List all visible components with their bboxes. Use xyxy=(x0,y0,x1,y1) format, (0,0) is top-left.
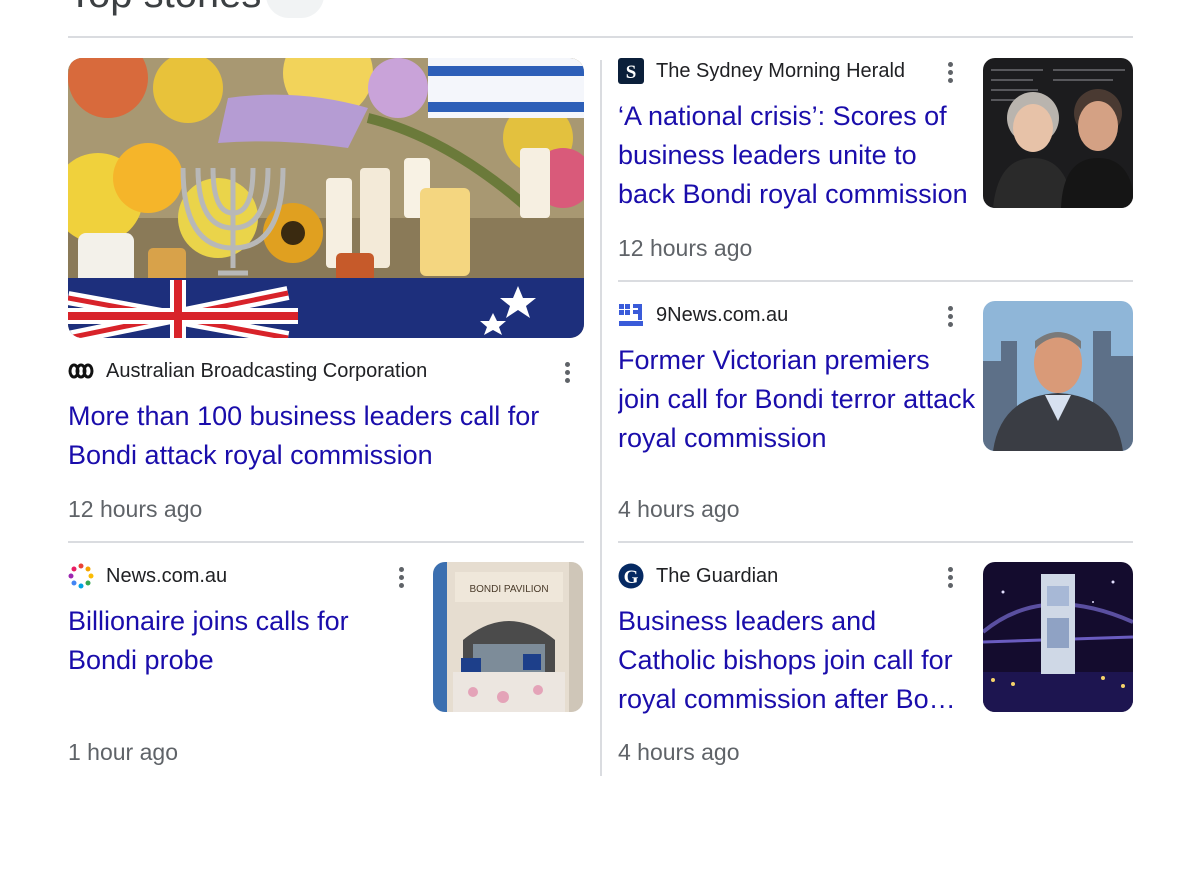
story-source-label: The Sydney Morning Herald xyxy=(656,59,906,82)
more-options-icon[interactable] xyxy=(558,358,578,388)
story-time-smh: 12 hours ago xyxy=(618,235,753,261)
more-options-icon[interactable] xyxy=(941,563,961,593)
memorial-image xyxy=(68,58,584,338)
story-thumbnail-guardian[interactable] xyxy=(983,562,1133,712)
smh-logo-icon: S xyxy=(618,58,644,84)
leaders-image xyxy=(983,58,1133,208)
column-divider xyxy=(600,60,602,776)
story-source-smh[interactable]: S The Sydney Morning Herald xyxy=(618,58,905,84)
story-thumbnail-abc[interactable] xyxy=(68,58,584,338)
story-divider xyxy=(618,541,1133,543)
abc-logo-icon xyxy=(68,358,94,384)
svg-text:S: S xyxy=(626,62,637,83)
story-headline-abc[interactable]: More than 100 business leaders call for … xyxy=(68,397,578,475)
story-time-newscomau: 1 hour ago xyxy=(68,739,178,765)
harbour-night-image xyxy=(983,562,1133,712)
pavilion-image: BONDI PAVILION xyxy=(433,562,583,712)
story-headline-newscomau[interactable]: Billionaire joins calls for Bondi probe xyxy=(68,602,418,680)
story-headline-9news[interactable]: Former Victorian premiers join call for … xyxy=(618,341,978,458)
9news-logo-icon xyxy=(618,302,644,328)
story-headline-guardian[interactable]: Business leaders and Catholic bishops jo… xyxy=(618,602,968,719)
pavilion-sign-text: BONDI PAVILION xyxy=(469,584,548,595)
story-divider xyxy=(68,541,584,543)
section-divider xyxy=(68,36,1133,38)
story-thumbnail-smh[interactable] xyxy=(983,58,1133,208)
svg-text:G: G xyxy=(624,567,639,588)
story-headline-smh[interactable]: ‘A national crisis’: Scores of business … xyxy=(618,97,968,214)
story-time-guardian: 4 hours ago xyxy=(618,739,740,765)
story-source-label: The Guardian xyxy=(656,564,779,587)
story-source-guardian[interactable]: G The Guardian xyxy=(618,563,778,589)
section-title: Top stories xyxy=(68,0,261,17)
story-source-newscomau[interactable]: News.com.au xyxy=(68,563,227,589)
story-time-9news: 4 hours ago xyxy=(618,496,740,522)
story-source-9news[interactable]: 9News.com.au xyxy=(618,302,788,328)
story-source-abc[interactable]: Australian Broadcasting Corporation xyxy=(68,358,427,384)
story-thumbnail-newscomau[interactable]: BONDI PAVILION xyxy=(433,562,583,712)
more-options-icon[interactable] xyxy=(941,58,961,88)
more-options-icon[interactable] xyxy=(392,563,412,593)
premier-image xyxy=(983,301,1133,451)
story-source-label: News.com.au xyxy=(106,564,228,587)
story-divider xyxy=(618,280,1133,282)
story-source-label: Australian Broadcasting Corporation xyxy=(106,359,428,382)
guardian-logo-icon: G xyxy=(618,563,644,589)
story-source-label: 9News.com.au xyxy=(656,303,789,326)
newscomau-logo-icon xyxy=(68,563,94,589)
more-options-icon[interactable] xyxy=(941,302,961,332)
section-more-button[interactable] xyxy=(266,0,324,18)
story-time-abc: 12 hours ago xyxy=(68,496,203,522)
story-thumbnail-9news[interactable] xyxy=(983,301,1133,451)
